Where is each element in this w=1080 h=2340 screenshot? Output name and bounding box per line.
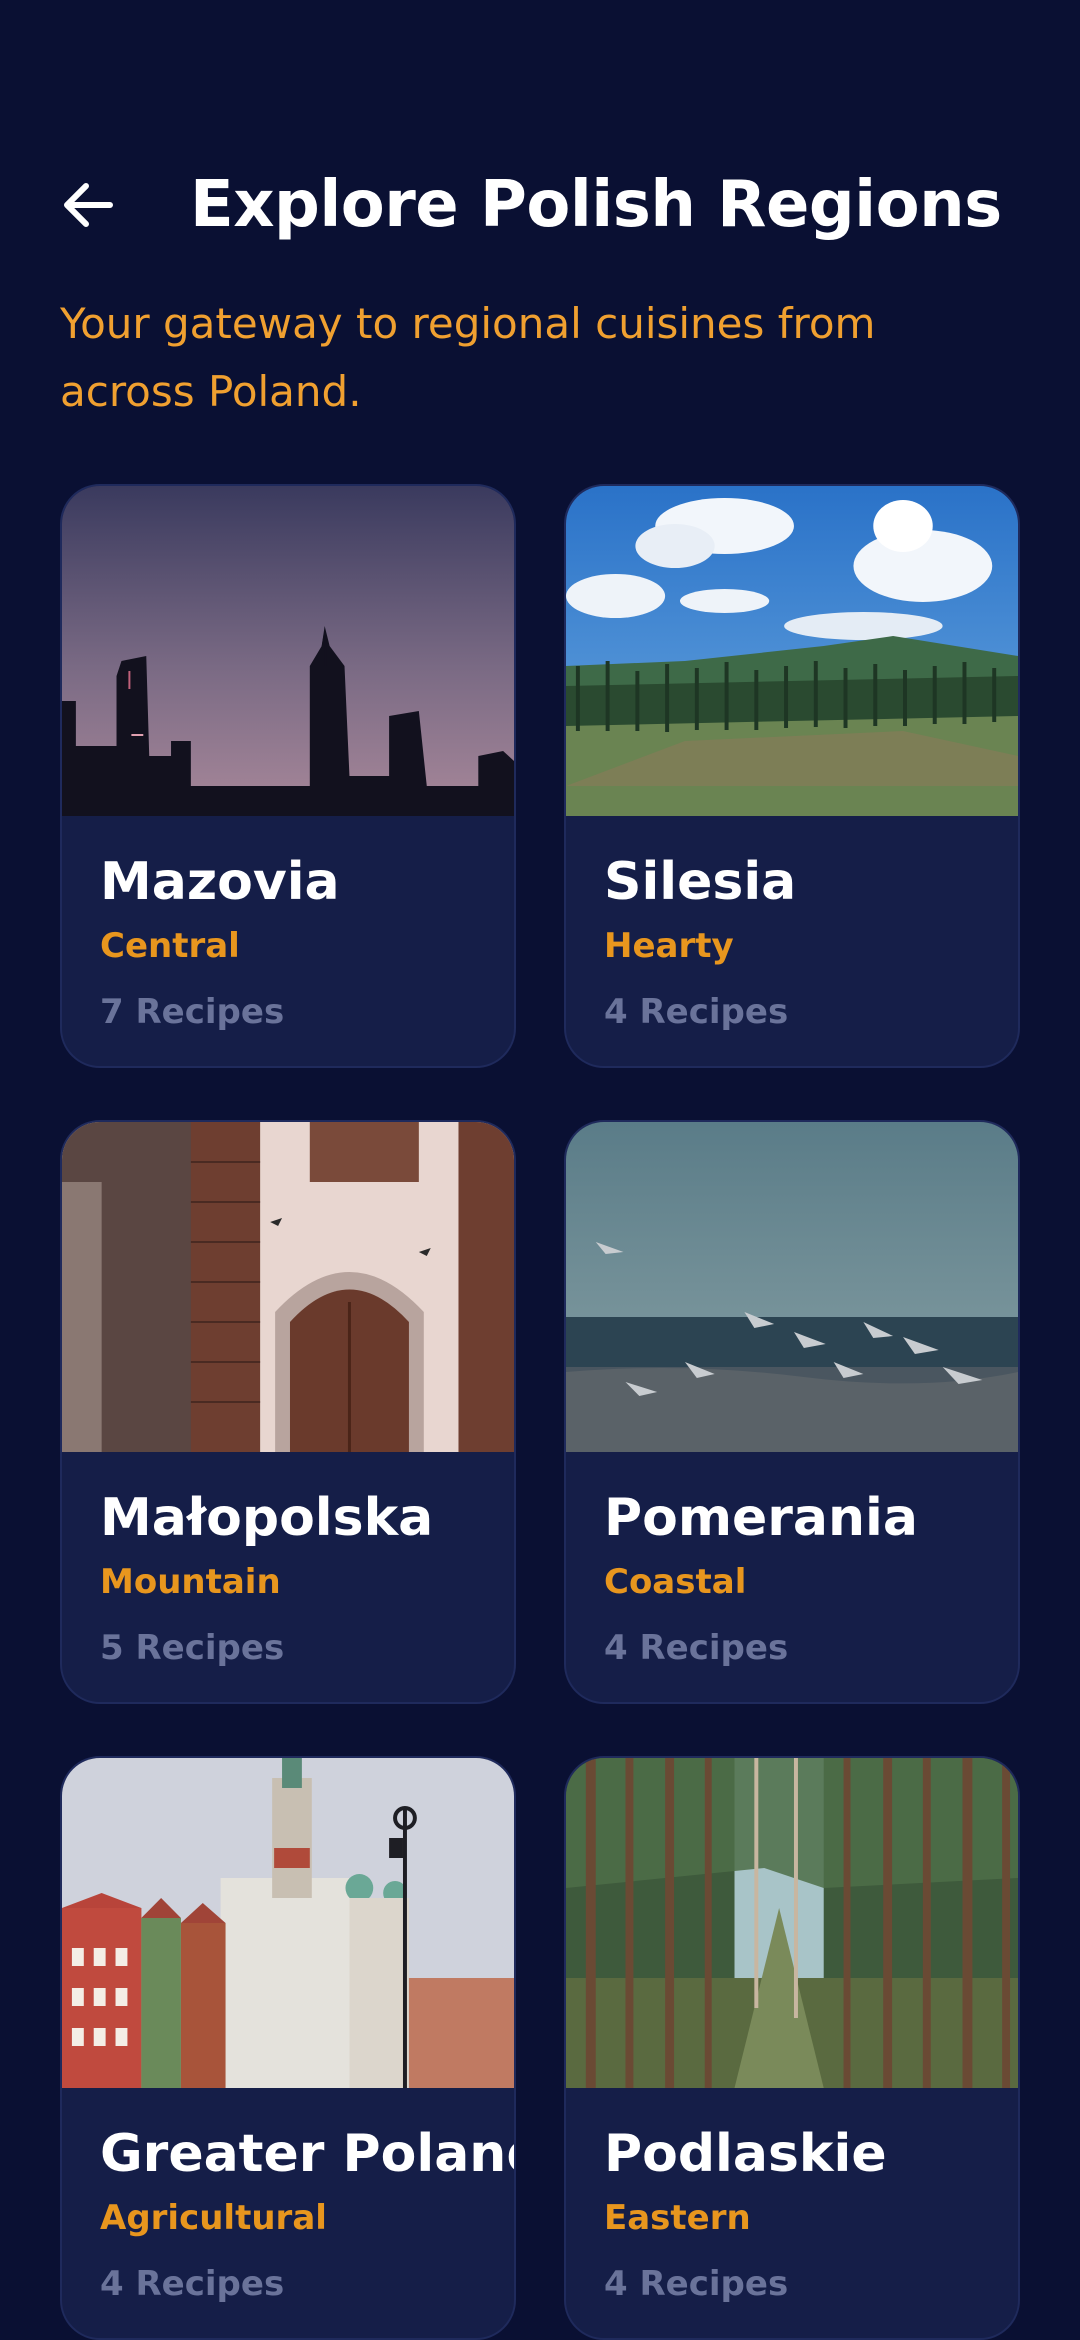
- region-image: [62, 486, 514, 816]
- region-name: Greater Poland: [100, 2124, 516, 2184]
- region-card-body: Małopolska Mountain 5 Recipes: [62, 1452, 514, 1702]
- region-card-mazovia[interactable]: Mazovia Central 7 Recipes: [60, 484, 516, 1068]
- recipe-count: 7 Recipes: [100, 992, 285, 1032]
- recipe-count: 4 Recipes: [100, 2264, 285, 2304]
- region-image: [62, 1758, 514, 2088]
- region-card-silesia[interactable]: Silesia Hearty 4 Recipes: [564, 484, 1020, 1068]
- region-card-body: Silesia Hearty 4 Recipes: [566, 816, 1018, 1066]
- arrow-left-icon: [64, 183, 113, 227]
- recipe-count: 4 Recipes: [604, 1628, 789, 1668]
- region-tag: Hearty: [604, 926, 734, 966]
- region-card-body: Pomerania Coastal 4 Recipes: [566, 1452, 1018, 1702]
- region-image: [566, 1122, 1018, 1452]
- page-title: Explore Polish Regions: [190, 168, 1002, 242]
- region-image: [566, 486, 1018, 816]
- region-tag: Coastal: [604, 1562, 747, 1602]
- region-name: Podlaskie: [604, 2124, 887, 2184]
- region-tag: Agricultural: [100, 2198, 327, 2238]
- back-button[interactable]: [60, 170, 130, 240]
- region-tag: Mountain: [100, 1562, 281, 1602]
- region-name: Mazovia: [100, 852, 340, 912]
- region-image: [566, 1758, 1018, 2088]
- region-tag: Central: [100, 926, 240, 966]
- region-image: [62, 1122, 514, 1452]
- region-card-podlaskie[interactable]: Podlaskie Eastern 4 Recipes: [564, 1756, 1020, 2340]
- page-subtitle: Your gateway to regional cuisines from a…: [60, 299, 876, 416]
- region-name: Silesia: [604, 852, 797, 912]
- region-name: Pomerania: [604, 1488, 918, 1548]
- recipe-count: 4 Recipes: [604, 992, 789, 1032]
- region-tag: Eastern: [604, 2198, 751, 2238]
- region-grid: Mazovia Central 7 Recipes Silesia Hearty…: [60, 484, 1020, 2340]
- region-card-body: Greater Poland Agricultural 4 Recipes: [62, 2088, 514, 2338]
- region-card-body: Podlaskie Eastern 4 Recipes: [566, 2088, 1018, 2338]
- recipe-count: 4 Recipes: [604, 2264, 789, 2304]
- region-card-pomerania[interactable]: Pomerania Coastal 4 Recipes: [564, 1120, 1020, 1704]
- region-card-body: Mazovia Central 7 Recipes: [62, 816, 514, 1066]
- region-card-malopolska[interactable]: Małopolska Mountain 5 Recipes: [60, 1120, 516, 1704]
- app-header: Explore Polish Regions: [60, 160, 1020, 250]
- recipe-count: 5 Recipes: [100, 1628, 285, 1668]
- region-name: Małopolska: [100, 1488, 434, 1548]
- region-card-greater-poland[interactable]: Greater Poland Agricultural 4 Recipes: [60, 1756, 516, 2340]
